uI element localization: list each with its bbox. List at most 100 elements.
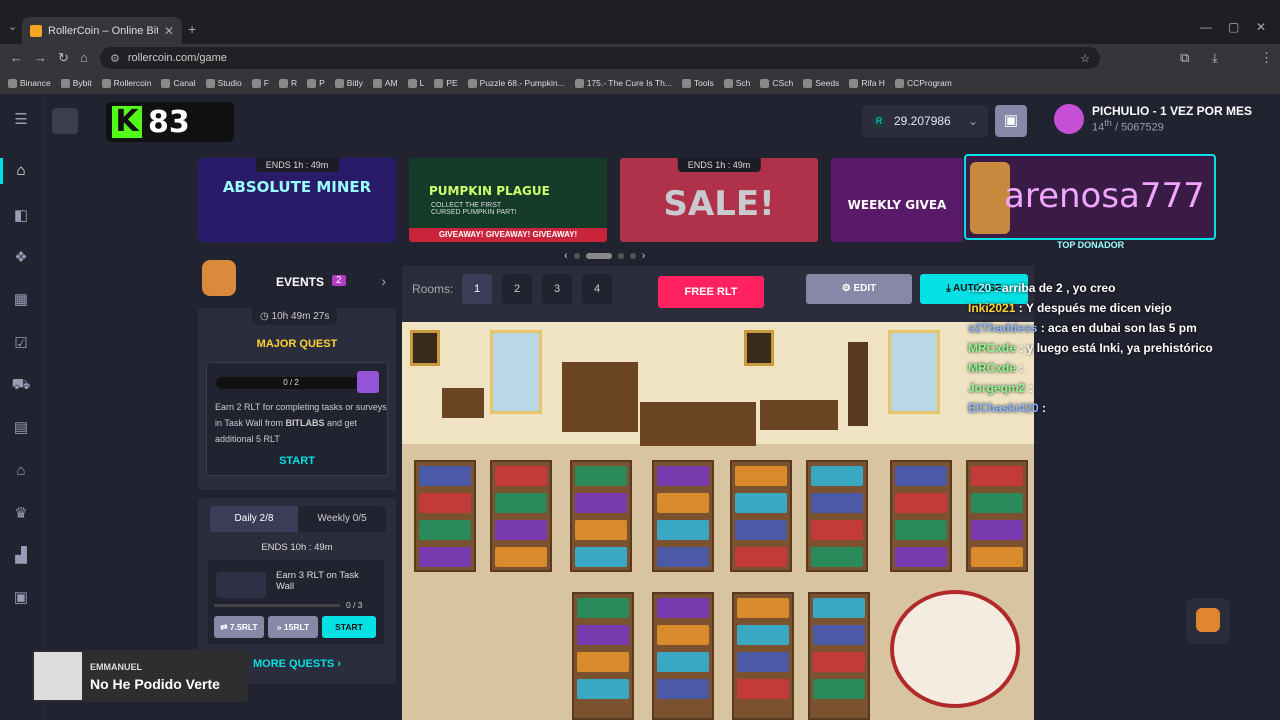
- skip-15rlt-button[interactable]: » 15RLT: [268, 616, 318, 638]
- miner-rack[interactable]: [730, 460, 792, 572]
- carousel-next-icon[interactable]: ›: [642, 250, 646, 262]
- miner-item[interactable]: [735, 547, 787, 567]
- bookmark-item[interactable]: PE: [434, 78, 458, 88]
- miner-item[interactable]: [895, 493, 947, 513]
- bookmark-item[interactable]: F: [251, 78, 269, 88]
- miner-item[interactable]: [495, 547, 547, 567]
- extensions-icon[interactable]: ⧉: [1180, 50, 1189, 66]
- miner-item[interactable]: [735, 493, 787, 513]
- marketplace-cart-icon[interactable]: ⛟: [11, 376, 31, 394]
- miner-item[interactable]: [657, 679, 709, 699]
- carousel-dot-active[interactable]: [585, 253, 612, 259]
- miner-item[interactable]: [895, 466, 947, 486]
- miner-item[interactable]: [575, 547, 627, 567]
- menu-toggle-icon[interactable]: ☰: [11, 110, 31, 128]
- bookmark-item[interactable]: 175.- The Cure Is Th...: [574, 78, 672, 88]
- bookmark-item[interactable]: Rifa H: [849, 78, 885, 88]
- carousel-dot[interactable]: [617, 253, 624, 259]
- bookmark-item[interactable]: CSch: [760, 78, 793, 88]
- bookmark-item[interactable]: Bybit: [60, 78, 92, 88]
- miner-item[interactable]: [895, 520, 947, 540]
- home-nav-icon[interactable]: ⌂: [11, 162, 31, 180]
- miner-item[interactable]: [657, 625, 709, 645]
- factory-nav-icon[interactable]: ▟: [11, 546, 31, 564]
- trophy-nav-icon[interactable]: ♛: [11, 504, 31, 522]
- quest-start-button[interactable]: START: [207, 455, 387, 467]
- room-4-button[interactable]: 4: [582, 274, 612, 304]
- bookmark-item[interactable]: AM: [372, 78, 398, 88]
- miner-item[interactable]: [813, 598, 865, 618]
- bookmark-item[interactable]: P: [307, 78, 325, 88]
- miner-item[interactable]: [657, 493, 709, 513]
- banner-weekly-giveaway[interactable]: WEEKLY GIVEA: [831, 158, 963, 242]
- storage-nav-icon[interactable]: ▤: [11, 418, 31, 436]
- calendar-nav-icon[interactable]: ▦: [11, 290, 31, 308]
- miner-item[interactable]: [811, 547, 863, 567]
- miner-item[interactable]: [495, 520, 547, 540]
- miner-rack[interactable]: [966, 460, 1028, 572]
- miner-rack[interactable]: [652, 460, 714, 572]
- daily-start-button[interactable]: START: [322, 616, 376, 638]
- miner-rack[interactable]: [806, 460, 868, 572]
- miner-item[interactable]: [971, 493, 1023, 513]
- miner-rack[interactable]: [732, 592, 794, 720]
- shop-nav-icon[interactable]: ⌂: [11, 462, 31, 480]
- miner-item[interactable]: [813, 679, 865, 699]
- miner-item[interactable]: [577, 598, 629, 618]
- miner-item[interactable]: [575, 493, 627, 513]
- miner-item[interactable]: [577, 679, 629, 699]
- bookmark-item[interactable]: Sch: [723, 78, 750, 88]
- wallet-button[interactable]: ▣: [995, 105, 1027, 137]
- miner-item[interactable]: [577, 625, 629, 645]
- miner-item[interactable]: [735, 520, 787, 540]
- bookmark-item[interactable]: Canal: [161, 78, 196, 88]
- computer-desk[interactable]: [640, 402, 756, 446]
- tasks-nav-icon[interactable]: ☑: [11, 334, 31, 352]
- miner-item[interactable]: [657, 466, 709, 486]
- room-1-button[interactable]: 1: [462, 274, 492, 304]
- miner-item[interactable]: [811, 493, 863, 513]
- miner-rack[interactable]: [652, 592, 714, 720]
- miner-item[interactable]: [657, 652, 709, 672]
- back-icon[interactable]: ←: [10, 50, 23, 65]
- miner-item[interactable]: [813, 652, 865, 672]
- carousel-dot[interactable]: [573, 253, 580, 259]
- logo-avatar[interactable]: [52, 108, 78, 134]
- miner-item[interactable]: [657, 547, 709, 567]
- new-tab-button[interactable]: +: [188, 21, 196, 37]
- edit-room-button[interactable]: ⚙ EDIT: [806, 274, 912, 304]
- carousel-dot[interactable]: [629, 253, 636, 259]
- miner-rack[interactable]: [808, 592, 870, 720]
- bookmark-item[interactable]: Seeds: [803, 78, 839, 88]
- events-header[interactable]: EVENTS 2 ›: [198, 260, 396, 306]
- miner-item[interactable]: [811, 466, 863, 486]
- free-rlt-button[interactable]: FREE RLT: [658, 276, 764, 308]
- room-2-button[interactable]: 2: [502, 274, 532, 304]
- miner-rack[interactable]: [414, 460, 476, 572]
- site-info-icon[interactable]: ⚙: [110, 52, 120, 65]
- forward-icon[interactable]: →: [34, 50, 47, 65]
- minimize-icon[interactable]: —: [1200, 20, 1212, 34]
- reload-icon[interactable]: ↻: [58, 50, 69, 66]
- rewards-nav-icon[interactable]: ❖: [11, 248, 31, 266]
- tab-search-icon[interactable]: ⌄: [8, 20, 17, 33]
- bookmark-item[interactable]: Bitly: [334, 78, 363, 88]
- banner-absolute-miner[interactable]: ENDS 1h : 49m ABSOLUTE MINER: [198, 158, 396, 242]
- miner-item[interactable]: [737, 625, 789, 645]
- miner-item[interactable]: [657, 520, 709, 540]
- miner-item[interactable]: [895, 547, 947, 567]
- games-nav-icon[interactable]: ◧: [11, 206, 31, 224]
- news-nav-icon[interactable]: ▣: [11, 588, 31, 606]
- miner-rack[interactable]: [572, 592, 634, 720]
- url-bar[interactable]: ⚙ rollercoin.com/game ☆: [100, 47, 1100, 69]
- bookmark-star-icon[interactable]: ☆: [1080, 52, 1090, 65]
- miner-item[interactable]: [811, 520, 863, 540]
- user-profile[interactable]: PICHULIO - 1 VEZ POR MES 14th / 5067529: [1054, 104, 1252, 134]
- miner-item[interactable]: [971, 520, 1023, 540]
- browser-tab[interactable]: RollerCoin – Online Bitcoin Mi ✕: [22, 17, 182, 44]
- miner-item[interactable]: [971, 547, 1023, 567]
- bookmark-item[interactable]: L: [407, 78, 424, 88]
- miner-rack[interactable]: [490, 460, 552, 572]
- maximize-icon[interactable]: ▢: [1228, 20, 1239, 34]
- tab-daily[interactable]: Daily 2/8: [210, 506, 298, 532]
